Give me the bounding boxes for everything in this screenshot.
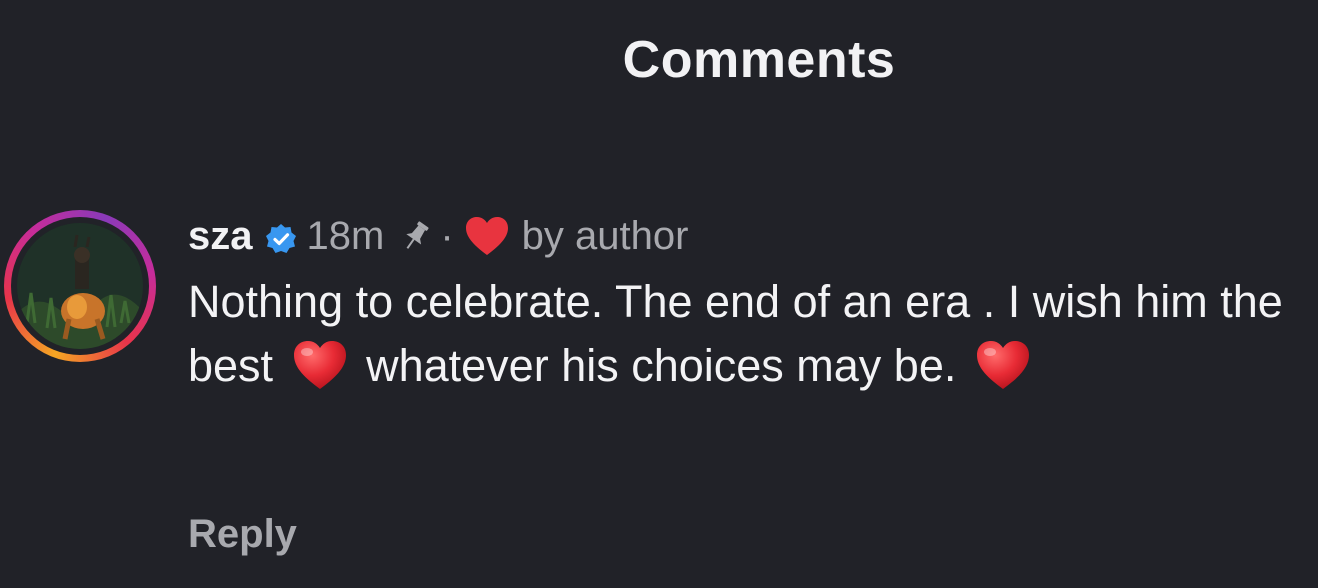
verified-badge-icon <box>265 220 297 253</box>
heart-icon <box>464 215 510 257</box>
avatar-picture <box>17 223 143 349</box>
comment-time: 18m <box>306 213 385 258</box>
avatar-image <box>17 223 143 349</box>
comment-username[interactable]: sza <box>188 214 253 259</box>
page-title: Comments <box>622 31 896 89</box>
comments-screen: Comments sza 18m · by author Nothing to … <box>0 0 1318 588</box>
comment-text-part2: whatever his choices may be. <box>366 340 957 391</box>
avatar[interactable] <box>4 210 156 362</box>
liked-by-author-label: by author <box>521 213 689 258</box>
comment-item: sza 18m · by author Nothing to celebrate… <box>188 208 1308 398</box>
meta-separator: · <box>440 213 454 258</box>
heart-emoji <box>292 339 348 391</box>
comment-meta: sza 18m · by author <box>188 208 1308 264</box>
pin-icon <box>398 218 434 254</box>
heart-emoji <box>975 339 1031 391</box>
reply-button[interactable]: Reply <box>188 512 297 557</box>
comment-text: Nothing to celebrate. The end of an era … <box>188 270 1308 398</box>
